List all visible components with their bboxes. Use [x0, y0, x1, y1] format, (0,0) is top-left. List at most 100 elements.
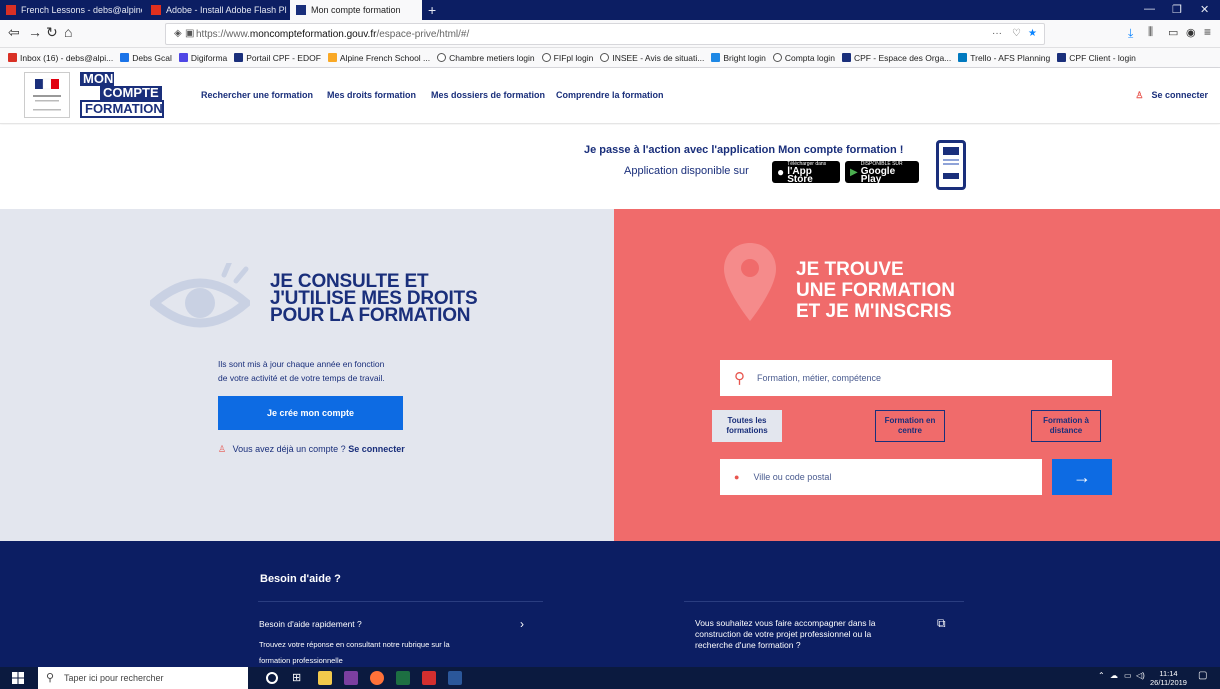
location-input[interactable]: ● Ville ou code postal: [720, 459, 1042, 495]
bookmark-item[interactable]: Compta login: [772, 52, 835, 63]
help-line: Vous souhaitez vous faire accompagner da…: [695, 618, 876, 628]
filter-distance[interactable]: Formation à distance: [1031, 410, 1101, 442]
republique-francaise-logo[interactable]: [24, 72, 70, 118]
filter-line: Toutes les: [727, 416, 767, 425]
nav-comprendre[interactable]: Comprendre la formation: [556, 90, 664, 100]
new-tab-icon[interactable]: +: [428, 2, 436, 18]
shield-icon[interactable]: ◈: [174, 28, 182, 39]
nav-rechercher[interactable]: Rechercher une formation: [201, 90, 313, 100]
account-icon[interactable]: ◉: [1186, 26, 1196, 39]
bookmark-item[interactable]: Trello - AFS Planning: [958, 53, 1050, 63]
acrobat-icon[interactable]: [422, 671, 436, 685]
create-account-button[interactable]: Je crée mon compte: [218, 396, 403, 430]
browser-tab[interactable]: Adobe - Install Adobe Flash Pl ✕: [145, 0, 287, 20]
bright-icon: [711, 53, 721, 62]
has-account-row: ♙ Vous avez déjà un compte ? Se connecte…: [218, 444, 405, 455]
mon-compte-formation-logo[interactable]: MON COMPTE FORMATION: [80, 72, 164, 118]
mcf-favicon-icon: [296, 5, 306, 15]
nav-mes-dossiers[interactable]: Mes dossiers de formation: [431, 90, 545, 100]
url-bar[interactable]: ◈ ▣ https://www. moncompteformation.gouv.…: [165, 23, 1045, 45]
training-search-input[interactable]: ⚲ Formation, métier, compétence: [720, 360, 1112, 396]
excel-icon[interactable]: [396, 671, 410, 685]
word-icon[interactable]: [448, 671, 462, 685]
back-icon[interactable]: ⇦: [8, 24, 20, 41]
title-line: ET JE M'INSCRIS: [796, 301, 952, 322]
file-explorer-icon[interactable]: [318, 671, 332, 685]
tray-chevron-icon[interactable]: ⌃: [1098, 671, 1105, 680]
lock-icon[interactable]: ▣: [185, 28, 194, 39]
bookmark-label: CPF - Espace des Orga...: [853, 52, 952, 63]
quick-help-text: Trouvez votre réponse en consultant notr…: [259, 637, 509, 669]
cortana-icon[interactable]: [266, 672, 278, 684]
bookmark-star-icon[interactable]: ★: [1028, 28, 1037, 39]
forward-icon[interactable]: →: [28, 24, 42, 40]
google-play-button[interactable]: ▶ DISPONIBLE SUR Google Play: [845, 161, 919, 185]
location-placeholder: Ville ou code postal: [753, 472, 832, 482]
nav-mes-droits[interactable]: Mes droits formation: [327, 90, 416, 100]
maximize-icon[interactable]: ❐: [1172, 3, 1182, 16]
googleplay-big-label: Google Play: [860, 166, 896, 185]
browser-tab[interactable]: French Lessons - debs@alpine ✕: [0, 0, 142, 20]
reload-icon[interactable]: ↻: [46, 24, 58, 41]
sidebar-icon[interactable]: ▭: [1168, 26, 1178, 39]
desc-line: de votre activité et de votre temps de t…: [218, 373, 385, 383]
bookmark-item[interactable]: Inbox (16) - debs@alpi...: [8, 53, 113, 63]
header-connect-link[interactable]: ♙ Se connecter: [1135, 90, 1208, 101]
bookmark-item[interactable]: Debs Gcal: [120, 53, 172, 63]
browser-nav-bar: ⇦ → ↻ ⌂ ◈ ▣ https://www. moncompteformati…: [0, 20, 1220, 48]
user-icon: ♙: [1135, 90, 1144, 100]
my-rights-panel: JE CONSULTE ET J'UTILISE MES DROITS POUR…: [0, 209, 614, 541]
onenote-icon[interactable]: [344, 671, 358, 685]
library-icon[interactable]: ⫼: [1148, 26, 1153, 39]
url-path: /espace-prive/html/#/: [376, 28, 470, 40]
firefox-icon[interactable]: [370, 671, 384, 685]
download-icon[interactable]: ⤓: [1128, 26, 1133, 41]
filter-in-centre[interactable]: Formation en centre: [875, 410, 945, 442]
home-icon[interactable]: ⌂: [64, 24, 72, 40]
accompaniment-link[interactable]: Vous souhaitez vous faire accompagner da…: [695, 618, 925, 651]
onedrive-icon[interactable]: ☁: [1110, 671, 1118, 680]
phone-app-icon: [936, 140, 966, 190]
windows-start-icon[interactable]: [12, 672, 24, 684]
promo-title: Je passe à l'action avec l'application M…: [584, 144, 904, 156]
bookmark-item[interactable]: CPF - Espace des Orga...: [841, 52, 952, 63]
bookmark-item[interactable]: Portail CPF - EDOF: [234, 53, 321, 63]
bookmark-item[interactable]: Alpine French School ...: [327, 53, 430, 63]
bookmark-item[interactable]: FIFpl login: [541, 52, 594, 63]
bookmark-item[interactable]: Digiforma: [178, 53, 227, 63]
filter-all-trainings[interactable]: Toutes les formations: [712, 410, 782, 442]
rights-title: JE CONSULTE ET J'UTILISE MES DROITS POUR…: [270, 272, 478, 325]
bookmark-item[interactable]: CPF Client - login: [1057, 53, 1136, 63]
desc-line: Ils sont mis à jour chaque année en fonc…: [218, 359, 385, 369]
login-link[interactable]: Se connecter: [348, 444, 405, 454]
chevron-right-icon[interactable]: ›: [520, 617, 524, 631]
quick-help-link[interactable]: Besoin d'aide rapidement ?: [259, 619, 362, 629]
search-submit-button[interactable]: →: [1052, 459, 1112, 495]
has-account-text: Vous avez déjà un compte ?: [232, 444, 346, 454]
browser-tab-active[interactable]: Mon compte formation ✕: [290, 0, 422, 20]
app-store-button[interactable]: ● Télécharger dans l'App Store: [772, 161, 840, 185]
bookmark-label: FIFpl login: [553, 52, 594, 63]
bookmark-label: Compta login: [784, 52, 835, 63]
taskbar-search-input[interactable]: ⚲ Taper ici pour rechercher: [38, 667, 248, 689]
task-view-icon[interactable]: ⊞: [292, 671, 306, 685]
appstore-big-label: l'App Store: [787, 166, 813, 185]
menu-icon[interactable]: ≡: [1204, 25, 1211, 39]
filter-line: centre: [897, 426, 922, 435]
network-icon[interactable]: ▭: [1124, 671, 1132, 680]
notification-icon[interactable]: ▢: [1198, 670, 1207, 681]
page-actions-icon[interactable]: ···: [992, 28, 1002, 39]
external-link-icon[interactable]: ⧉: [937, 616, 946, 631]
bookmark-label: Portail CPF - EDOF: [246, 52, 321, 63]
bookmark-item[interactable]: INSEE - Avis de situati...: [600, 53, 704, 63]
bookmark-item[interactable]: Chambre metiers login: [437, 53, 535, 63]
volume-icon[interactable]: ◁): [1136, 671, 1145, 680]
title-line: JE TROUVE: [796, 259, 904, 280]
adobe-icon: [151, 5, 161, 15]
pocket-icon[interactable]: ♡: [1012, 28, 1021, 39]
bookmark-label: CPF Client - login: [1069, 52, 1136, 63]
close-window-icon[interactable]: ✕: [1200, 3, 1209, 16]
minimize-icon[interactable]: —: [1144, 3, 1155, 15]
bookmark-item[interactable]: Bright login: [711, 53, 766, 63]
taskbar-clock[interactable]: 11:14 26/11/2019: [1150, 669, 1187, 687]
